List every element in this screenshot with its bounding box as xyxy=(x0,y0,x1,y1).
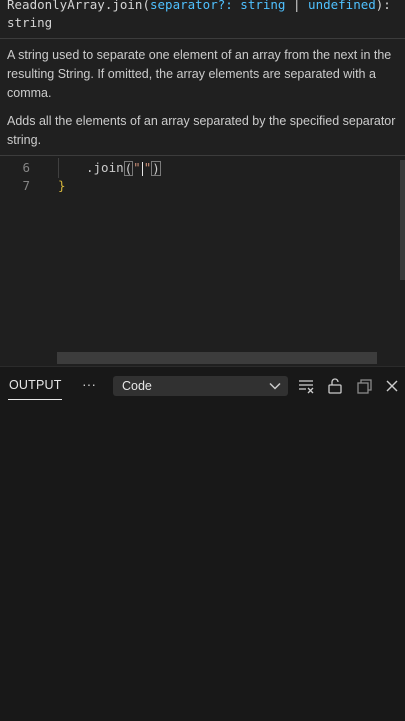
vertical-scrollbar[interactable] xyxy=(400,160,405,280)
code-text[interactable]: .join(" ") xyxy=(86,159,161,177)
chevron-down-icon xyxy=(269,382,281,390)
code-line-7[interactable]: 7 } xyxy=(0,177,405,195)
signature-pipe: | xyxy=(285,0,309,12)
output-content[interactable] xyxy=(0,405,405,721)
lock-scroll-icon[interactable] xyxy=(326,377,344,395)
line-number: 6 xyxy=(22,160,30,175)
closing-brace: } xyxy=(58,178,66,193)
method-signature: ReadonlyArray.join(separator?: string | … xyxy=(7,0,391,32)
output-channel-select[interactable]: Code xyxy=(113,376,288,396)
editor[interactable]: 6 .join(" ") 7 } ReadonlyArray.join(separ… xyxy=(0,0,405,366)
open-paren-highlight: ( xyxy=(123,161,134,176)
signature-parameter: separator?: string xyxy=(150,0,286,12)
signature-suffix: ): xyxy=(375,0,391,12)
indent-guide xyxy=(58,158,59,178)
code-line-6[interactable]: 6 .join(" ") xyxy=(0,159,405,177)
close-icon[interactable] xyxy=(383,377,401,395)
text-cursor xyxy=(141,161,143,176)
maximize-panel-icon[interactable] xyxy=(355,377,373,395)
hover-tooltip[interactable]: ReadonlyArray.join(separator?: string | … xyxy=(0,0,405,156)
line-number: 7 xyxy=(22,178,30,193)
output-panel: OUTPUT ··· Code xyxy=(0,366,405,721)
signature-undefined: undefined xyxy=(308,0,376,12)
signature-prefix: ReadonlyArray.join( xyxy=(7,0,150,12)
tab-output[interactable]: OUTPUT xyxy=(9,378,62,392)
hover-divider xyxy=(0,38,405,39)
parameter-doc: A string used to separate one element of… xyxy=(7,48,392,100)
signature-return-type: string xyxy=(7,15,53,30)
active-tab-indicator xyxy=(8,399,62,400)
string-literal-open: " xyxy=(133,160,141,175)
horizontal-scrollbar[interactable] xyxy=(57,352,377,364)
panel-header: OUTPUT ··· Code xyxy=(0,367,405,405)
method-doc: Adds all the elements of an array separa… xyxy=(7,114,396,147)
close-paren-highlight: ) xyxy=(151,161,161,176)
method-call: .join xyxy=(86,160,124,175)
string-literal-close: " xyxy=(143,160,152,175)
output-channel-value: Code xyxy=(122,379,152,393)
more-actions-button[interactable]: ··· xyxy=(82,376,96,392)
clear-output-icon[interactable] xyxy=(297,377,315,395)
